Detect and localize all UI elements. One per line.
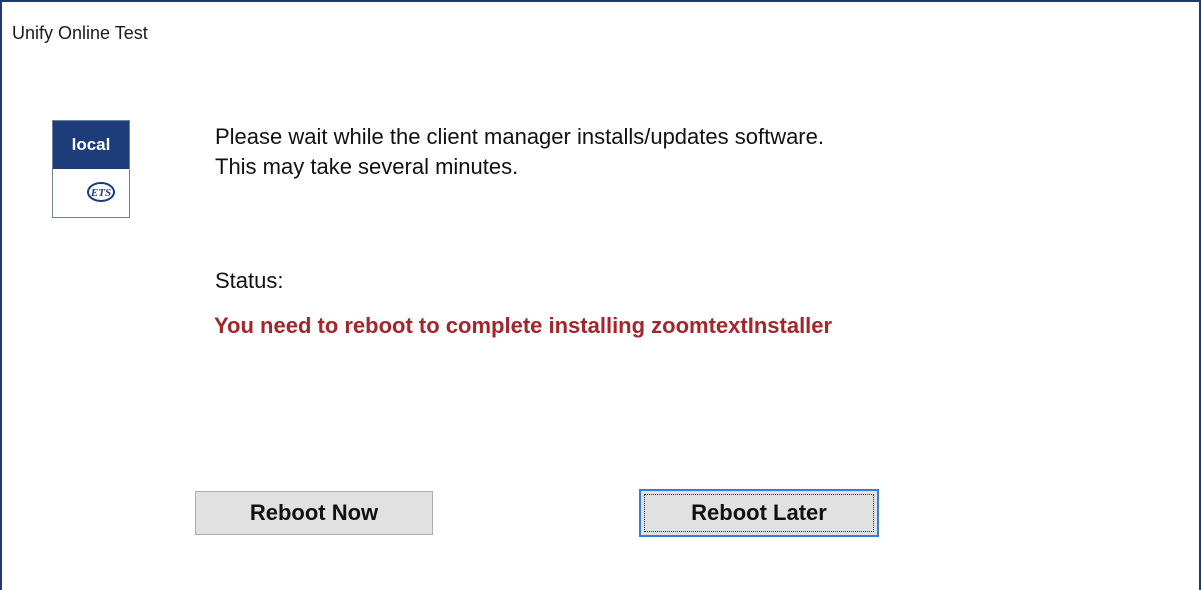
window-title: Unify Online Test bbox=[12, 23, 148, 43]
ets-icon: ETS bbox=[87, 182, 115, 202]
message-line-1: Please wait while the client manager ins… bbox=[215, 124, 824, 149]
ets-icon-text: ETS bbox=[90, 187, 111, 199]
logo-ets-area: ETS bbox=[53, 169, 129, 217]
dialog-window: Unify Online Test local ETS Please wait … bbox=[0, 0, 1201, 590]
status-label: Status: bbox=[215, 268, 284, 293]
ets-local-logo: local ETS bbox=[52, 120, 130, 218]
status-text: You need to reboot to complete installin… bbox=[214, 313, 833, 338]
reboot-now-button[interactable]: Reboot Now bbox=[195, 491, 433, 535]
reboot-later-button[interactable]: Reboot Later bbox=[639, 489, 879, 537]
message-line-2: This may take several minutes. bbox=[215, 154, 519, 179]
logo-local-label: local bbox=[53, 121, 129, 169]
progress-message: Please wait while the client manager ins… bbox=[215, 122, 824, 182]
focus-rectangle bbox=[644, 494, 874, 532]
